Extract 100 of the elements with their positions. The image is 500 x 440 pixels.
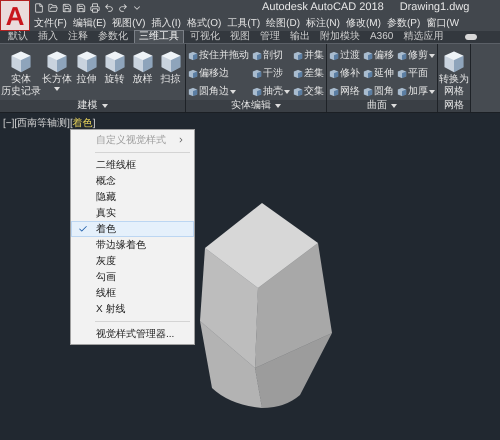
ribbon-button[interactable]: 拉伸 <box>73 48 100 100</box>
ribbon-tab[interactable]: 视图 <box>226 31 254 43</box>
menu-bar-item[interactable]: 修改(M) <box>346 16 381 30</box>
caret-icon <box>54 87 60 91</box>
ribbon-button[interactable]: 并集 <box>293 48 324 64</box>
ribbon-tab[interactable]: 精选应用 <box>399 31 448 43</box>
ribbon-button[interactable]: 过渡 <box>329 48 360 64</box>
caret-icon <box>102 104 108 108</box>
ribbon-button[interactable]: 转换为 网格 <box>439 48 469 100</box>
shape-icon <box>329 87 339 97</box>
shape-icon <box>363 87 373 97</box>
panel-title[interactable]: 实体编辑 <box>186 100 326 112</box>
ribbon-tab[interactable]: 注释 <box>64 31 92 43</box>
ribbon-button[interactable]: 加厚 <box>397 84 435 100</box>
shape-icon <box>293 51 303 61</box>
ribbon-button[interactable]: 差集 <box>293 66 324 82</box>
check-icon <box>78 224 88 234</box>
menu-bar-item[interactable]: 视图(V) <box>112 16 146 30</box>
ribbon-button[interactable]: 修补 <box>329 66 360 82</box>
ribbon-button[interactable]: 放样 <box>129 48 156 100</box>
shape-icon <box>252 69 262 79</box>
print-icon[interactable] <box>90 2 100 12</box>
save-as-icon[interactable] <box>76 2 86 12</box>
ribbon-tab[interactable]: 输出 <box>286 31 314 43</box>
ribbon-button[interactable]: 实体 历史记录 <box>1 48 41 100</box>
menu-item[interactable]: 勾画 <box>71 269 194 285</box>
viewport-controls-end: ] <box>92 117 96 131</box>
shape-icon <box>329 51 339 61</box>
menu-item[interactable]: 线框 <box>71 285 194 301</box>
ribbon-button[interactable]: 抽壳 <box>252 84 290 100</box>
menu-item[interactable]: 灰度 <box>71 253 194 269</box>
ribbon-tab[interactable]: 三维工具 <box>134 30 184 43</box>
shape-icon <box>188 51 198 61</box>
ribbon-button[interactable]: 圆角 <box>363 84 394 100</box>
menu-item[interactable]: X 射线 <box>71 301 194 317</box>
ribbon-button[interactable]: 干涉 <box>252 66 290 82</box>
ribbon-button[interactable]: 长方体 <box>42 48 72 100</box>
caret-icon <box>284 90 290 94</box>
new-file-icon[interactable] <box>34 2 44 12</box>
shape-icon <box>397 51 407 61</box>
menu-bar-item[interactable]: 参数(P) <box>386 16 420 30</box>
menu-item[interactable]: 视觉样式管理器... <box>71 326 194 342</box>
menu-item[interactable]: 二维线框 <box>71 157 194 173</box>
shape-icon <box>293 87 303 97</box>
ribbon-button[interactable]: 偏移边 <box>188 66 249 82</box>
visual-style-control[interactable]: 着色 <box>72 116 93 131</box>
app-title: Autodesk AutoCAD 2018 <box>262 0 384 16</box>
shape-icon <box>363 69 373 79</box>
redo-icon[interactable] <box>118 2 128 12</box>
panel-title[interactable]: 曲面 <box>327 100 437 112</box>
menu-item[interactable]: 概念 <box>71 173 194 189</box>
menu-item[interactable]: 着色 <box>71 221 194 237</box>
ribbon-tab[interactable]: A360 <box>366 31 398 43</box>
shape-icon <box>252 87 262 97</box>
caret-icon <box>391 104 397 108</box>
ribbon-tab[interactable]: 管理 <box>256 31 284 43</box>
toggle-icon[interactable] <box>465 34 478 40</box>
shape-icon <box>397 87 407 97</box>
ribbon-tab[interactable]: 插入 <box>34 31 62 43</box>
menu-bar-item[interactable]: 标注(N) <box>306 16 340 30</box>
shape-icon <box>397 69 407 79</box>
panel-title[interactable]: 网格 <box>438 100 470 112</box>
ribbon-tab[interactable]: 参数化 <box>94 31 132 43</box>
shape-icon <box>188 69 198 79</box>
viewport-controls[interactable]: [−][西南等轴测][ <box>3 116 73 131</box>
undo-icon[interactable] <box>104 2 114 12</box>
menu-bar-item[interactable]: 格式(O) <box>186 16 222 30</box>
menu-bar-item[interactable]: 绘图(D) <box>266 16 300 30</box>
ribbon-button[interactable]: 延伸 <box>363 66 394 82</box>
ribbon-button[interactable]: 偏移 <box>363 48 394 64</box>
menu-bar-item[interactable]: 文件(F) <box>34 16 67 30</box>
shape-icon <box>188 87 198 97</box>
menu-bar-item[interactable]: 编辑(E) <box>72 16 106 30</box>
menu-bar-item[interactable]: 工具(T) <box>227 16 260 30</box>
ribbon-tab[interactable]: 附加模块 <box>316 31 364 43</box>
caret-icon <box>275 104 281 108</box>
ribbon-button[interactable]: 交集 <box>293 84 324 100</box>
ribbon-button[interactable]: 剖切 <box>252 48 290 64</box>
caret-icon <box>429 90 435 94</box>
save-icon[interactable] <box>62 2 72 12</box>
shape-icon <box>293 69 303 79</box>
shape-icon <box>252 51 262 61</box>
shape-icon <box>363 51 373 61</box>
panel-title[interactable]: 建模 <box>0 100 185 112</box>
open-folder-icon[interactable] <box>48 2 58 12</box>
ribbon-button[interactable]: 平面 <box>397 66 435 82</box>
app-logo[interactable]: A <box>0 0 30 31</box>
menu-item[interactable]: 带边缘着色 <box>71 237 194 253</box>
ribbon-button[interactable]: 圆角边 <box>188 84 249 100</box>
ribbon-button[interactable]: 按住并拖动 <box>188 48 249 64</box>
menu-item[interactable]: 真实 <box>71 205 194 221</box>
ribbon-tab[interactable]: 默认 <box>4 31 32 43</box>
menu-bar-item[interactable]: 插入(I) <box>151 16 181 30</box>
ribbon-button[interactable]: 扫掠 <box>157 48 184 100</box>
menu-bar-item[interactable]: 窗口(W <box>426 16 460 30</box>
menu-item[interactable]: 隐藏 <box>71 189 194 205</box>
ribbon-tab[interactable]: 可视化 <box>186 31 224 43</box>
ribbon-button[interactable]: 修剪 <box>397 48 435 64</box>
ribbon-button[interactable]: 网络 <box>329 84 360 100</box>
ribbon-button[interactable]: 旋转 <box>101 48 128 100</box>
